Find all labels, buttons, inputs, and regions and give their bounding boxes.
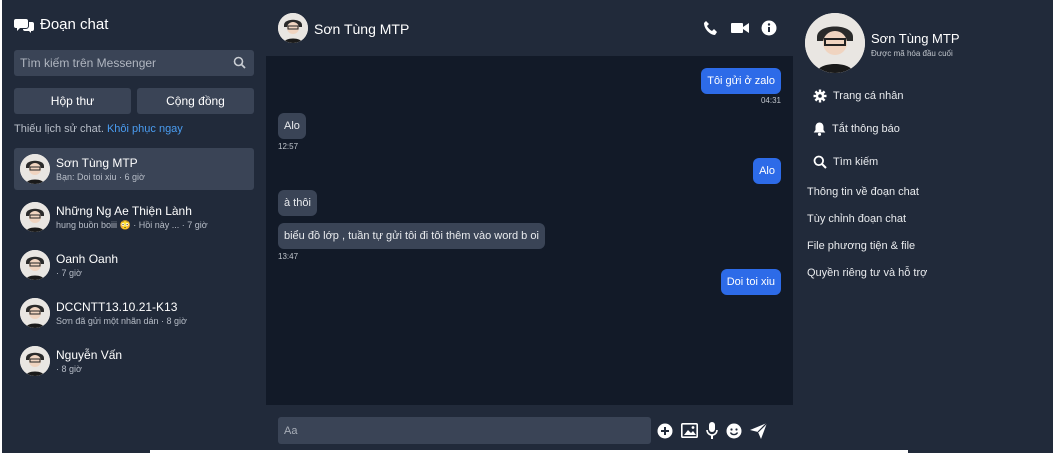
message-bubble-incoming: Alo [278,113,306,139]
history-text: Thiếu lịch sử chat. [14,123,104,135]
phone-icon[interactable] [703,20,719,36]
chat-panel: Sơn Tùng MTP Tôi gửi ở zalo 04:31 Alo 12… [266,0,793,453]
profile-name: Sơn Tùng MTP [871,31,960,46]
conversation-item[interactable]: DCCNTT13.10.21-K13 Sơn đã gửi một nhãn d… [14,292,254,334]
messenger-app: Đoạn chat Hộp thư Cộng đồng Thiếu lịch s… [2,0,1053,453]
menu-label: Tắt thông báo [832,123,900,135]
encryption-label: Được mã hóa đầu cuối [871,49,953,58]
conversation-name: Oanh Oanh [56,252,119,266]
bell-icon [813,122,826,136]
search-icon[interactable] [233,56,246,69]
search-box[interactable] [14,50,254,76]
menu-customize[interactable]: Tùy chỉnh đoạn chat [807,213,906,225]
message-time: 13:47 [278,252,299,261]
conversation-name: Sơn Tùng MTP [56,156,138,170]
conversation-name: Nguyễn Vấn [56,348,123,362]
image-icon[interactable] [681,423,698,438]
microphone-icon[interactable] [706,422,718,439]
conversation-preview: Sơn đã gửi một nhãn dán · 8 giờ [56,316,187,326]
conversation-info-panel: Sơn Tùng MTP Được mã hóa đầu cuối Trang … [793,0,1053,453]
menu-label: File phương tiện & file [807,240,916,252]
conversation-item[interactable]: Sơn Tùng MTP Bạn: Doi toi xiu · 6 giờ [14,148,254,190]
avatar [20,298,50,328]
message-input[interactable] [278,417,651,444]
search-icon [813,155,827,169]
message-time: 04:31 [760,96,781,105]
tab-inbox[interactable]: Hộp thư [14,88,131,114]
chat-actions [703,20,777,36]
restore-history-link[interactable]: Khôi phục ngay [107,123,183,135]
message-composer[interactable] [278,417,651,444]
menu-label: Tùy chỉnh đoạn chat [807,213,907,225]
menu-chat-info[interactable]: Thông tin về đoạn chat [807,186,919,198]
chat-bubbles-icon [14,18,34,33]
menu-search[interactable]: Tìm kiếm [813,155,878,169]
message-bubble-outgoing: Doi toi xiu [720,269,781,295]
chat-contact-name[interactable]: Sơn Tùng MTP [314,21,409,37]
sidebar-title: Đoạn chat [40,16,109,33]
message-bubble-incoming: biểu đồ lớp , tuần tự gửi tôi đi tôi thê… [278,223,545,249]
conversation-preview: · 8 giờ [56,364,82,374]
menu-label: Tìm kiếm [833,156,879,168]
sidebar-header: Đoạn chat [14,16,108,33]
video-icon[interactable] [731,20,749,36]
avatar [20,154,50,184]
message-bubble-outgoing: Alo [753,158,781,184]
menu-label: Thông tin về đoạn chat [807,186,919,198]
avatar [20,346,50,376]
conversation-item[interactable]: Nguyễn Vấn · 8 giờ [14,340,254,382]
message-time: 12:57 [278,142,299,151]
menu-profile[interactable]: Trang cá nhân [813,89,904,103]
message-bubble-incoming: à thôi [278,190,317,216]
menu-media-files[interactable]: File phương tiện & file [807,240,915,252]
menu-label: Quyền riêng tư và hỗ trợ [807,267,928,279]
conversation-name: Những Ng Ae Thiện Lành [56,203,192,218]
conversation-item[interactable]: Oanh Oanh · 7 giờ [14,244,254,286]
conversation-sidebar: Đoạn chat Hộp thư Cộng đồng Thiếu lịch s… [2,0,266,453]
sidebar-tabs: Hộp thư Cộng đồng [14,88,254,114]
composer-tools [657,422,767,439]
message-list: Tôi gửi ở zalo 04:31 Alo 12:57 Alo à thô… [266,56,793,405]
gear-icon [813,89,827,103]
menu-label: Trang cá nhân [833,90,904,102]
info-icon[interactable] [761,20,777,36]
conversation-preview: · 7 giờ [56,268,82,278]
avatar[interactable] [278,13,308,43]
menu-privacy[interactable]: Quyền riêng tư và hỗ trợ [807,267,927,279]
tab-community[interactable]: Cộng đồng [137,88,254,114]
history-notice: Thiếu lịch sử chat. Khôi phục ngay [14,123,183,135]
emoji-icon[interactable] [726,423,742,439]
send-icon[interactable] [750,422,767,439]
conversation-name: DCCNTT13.10.21-K13 [56,300,178,314]
conversation-preview: Bạn: Doi toi xiu · 6 giờ [56,172,145,182]
avatar [20,202,50,232]
chat-header: Sơn Tùng MTP [266,0,793,56]
search-input[interactable] [14,50,254,76]
profile-avatar [805,13,865,73]
message-bubble-outgoing: Tôi gửi ở zalo [701,68,781,94]
conversation-item[interactable]: Những Ng Ae Thiện Lành hung buồn boiii 😳… [14,196,254,238]
avatar [20,250,50,280]
plus-circle-icon[interactable] [657,423,673,439]
conversation-preview: hung buồn boiii 😳 · Hồi này ... · 7 giờ [56,219,208,230]
menu-mute[interactable]: Tắt thông báo [813,122,900,136]
